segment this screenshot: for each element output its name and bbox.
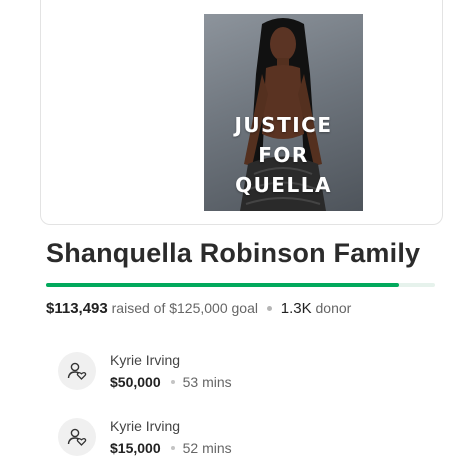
donation-details: $50,000 53 mins: [110, 374, 232, 390]
donor-count: 1.3K: [280, 300, 312, 317]
donation-amount: $50,000: [110, 374, 161, 390]
donation-amount: $15,000: [110, 440, 161, 456]
donation-time: 52 mins: [182, 440, 232, 456]
separator-dot: [170, 380, 175, 384]
donor-heart-person-icon: [58, 418, 96, 456]
donor-label: donor: [315, 300, 352, 316]
donor-name: Kyrie Irving: [110, 352, 181, 368]
donor-heart-person-icon: [58, 352, 96, 390]
campaign-title[interactable]: Shanquella Robinson Family: [46, 238, 420, 269]
fundraising-stats: $113,493 raised of $125,000 goal 1.3K do…: [46, 300, 351, 317]
poster-text-line-1: JUSTICE: [234, 113, 333, 137]
donor-name: Kyrie Irving: [110, 418, 181, 434]
campaign-image-card[interactable]: JUSTICE FOR QUELLA: [40, 0, 443, 225]
raised-amount: $113,493: [46, 300, 108, 317]
poster-text-line-3: QUELLA: [235, 173, 332, 197]
donation-time: 53 mins: [182, 374, 232, 390]
separator-dot: [170, 446, 175, 450]
separator-dot: [266, 306, 272, 311]
poster-text-line-2: FOR: [258, 143, 309, 167]
raised-of-goal-text: raised of $125,000 goal: [111, 300, 258, 316]
donation-details: $15,000 52 mins: [110, 440, 232, 456]
campaign-poster-image: JUSTICE FOR QUELLA: [204, 14, 363, 211]
progress-bar-fill: [46, 283, 400, 287]
progress-bar: [46, 283, 435, 287]
